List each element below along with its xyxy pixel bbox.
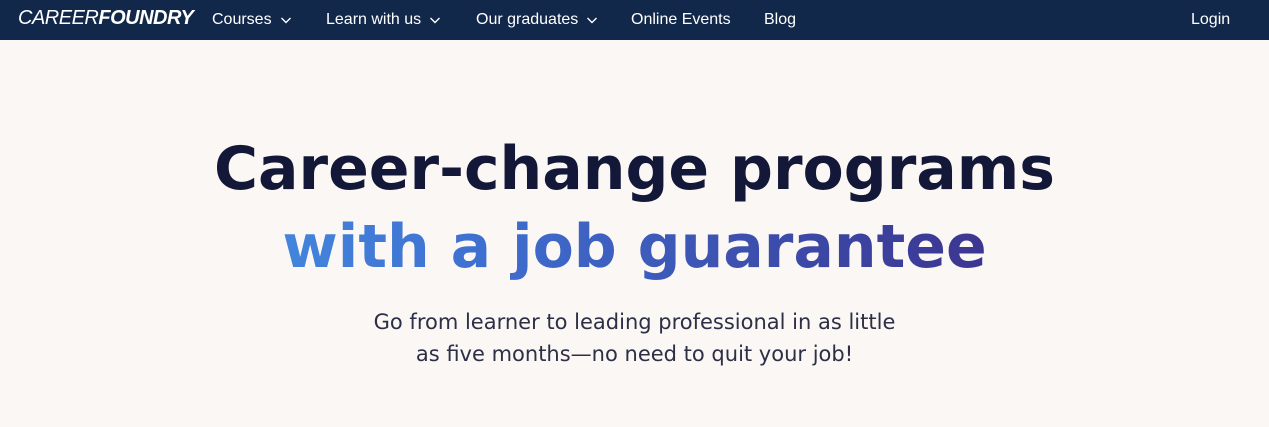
careerfoundry-logo[interactable]: CAREERFOUNDRY	[18, 7, 194, 30]
hero-headline-line1-text: Career-change programs	[213, 134, 1056, 204]
nav-online-events-label: Online Events	[631, 11, 731, 28]
nav-courses[interactable]: Courses	[212, 0, 292, 40]
chevron-down-icon	[586, 14, 598, 26]
nav-blog[interactable]: Blog	[764, 0, 796, 40]
login-link[interactable]: Login	[1191, 0, 1230, 40]
nav-our-graduates[interactable]: Our graduates	[476, 0, 598, 40]
hero-headline-line2: with a job guarantee	[0, 212, 1269, 282]
nav-our-graduates-label: Our graduates	[476, 11, 579, 28]
hero-headline-line2-text: with a job guarantee	[282, 212, 987, 282]
nav-blog-label: Blog	[764, 11, 797, 28]
logo-text-career: CAREER	[18, 7, 99, 29]
hero-subtitle-line2: as five months—no need to quit your job!	[415, 342, 854, 366]
chevron-down-icon	[280, 14, 292, 26]
hero-subtitle-line1: Go from learner to leading professional …	[373, 310, 896, 334]
nav-online-events[interactable]: Online Events	[631, 0, 731, 40]
login-label: Login	[1191, 11, 1231, 28]
top-navigation-bar: CAREERFOUNDRY Courses Learn with us Our …	[0, 0, 1269, 40]
nav-learn-with-us[interactable]: Learn with us	[326, 0, 441, 40]
nav-learn-with-us-label: Learn with us	[326, 11, 422, 28]
logo-text-foundry: FOUNDRY	[98, 7, 194, 29]
chevron-down-icon	[429, 14, 441, 26]
hero-headline-line1: Career-change programs	[0, 134, 1269, 204]
nav-courses-label: Courses	[212, 11, 272, 28]
